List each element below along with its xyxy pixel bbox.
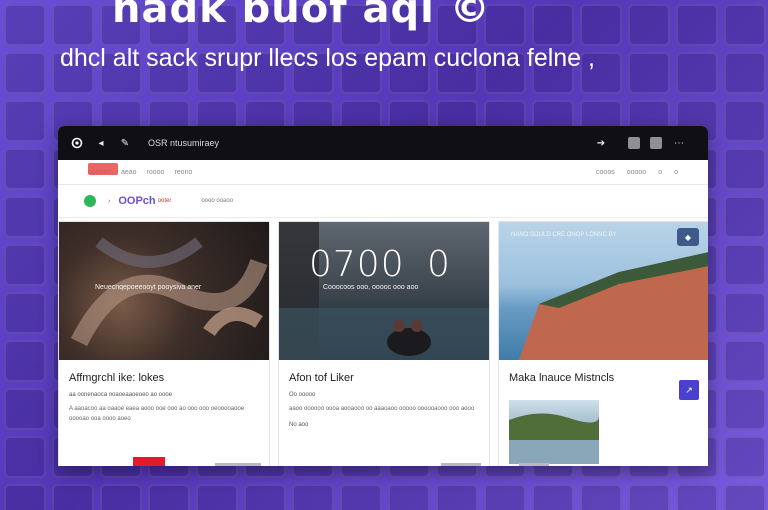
background-tile: [724, 388, 766, 430]
nav-link[interactable]: roooo: [147, 169, 165, 176]
card-image-caption: NANO SOULD CRE ONOP LONNC BY: [511, 232, 617, 238]
window-title: OSR ntusumiraey: [148, 138, 220, 148]
pointer-icon[interactable]: ➔: [594, 136, 608, 150]
nav-link[interactable]: aeao: [121, 169, 137, 176]
background-tile: [724, 436, 766, 478]
card-image-caption: Cooocoos ooo, ooooc ooo aoo: [323, 284, 419, 291]
background-tile: [676, 52, 718, 94]
background-tile: [4, 436, 46, 478]
background-tile: [484, 484, 526, 510]
background-tile: [724, 292, 766, 334]
nav-right-link[interactable]: o: [674, 169, 678, 176]
title-bar: ◂ ✎ OSR ntusumiraey ➔ ⋯: [58, 126, 708, 160]
background-tile: [4, 484, 46, 510]
background-tile: [532, 4, 574, 46]
background-tile: [724, 484, 766, 510]
card-image: NANO SOULD CRE ONOP LONNC BY ◆: [499, 222, 708, 360]
content-card[interactable]: Neuecnqepoeeooyt pooysiva aner Affmgrchl…: [58, 221, 270, 466]
card-image-caption: Neuecnqepoeeooyt pooysiva aner: [95, 284, 202, 291]
background-tile: [4, 4, 46, 46]
card-meta: aa oonenaoca ooaoeaaoeoeo ao oooe: [69, 392, 173, 398]
card-meta: Oo ooooo: [289, 392, 316, 398]
background-tile: [676, 484, 718, 510]
app-logo-icon[interactable]: [70, 136, 84, 150]
nav-right-link[interactable]: ooooo: [627, 169, 646, 176]
back-icon[interactable]: ◂: [94, 136, 108, 150]
content-card[interactable]: NANO SOULD CRE ONOP LONNC BY ◆ Maka lnau…: [498, 221, 708, 466]
background-tile: [52, 484, 94, 510]
background-tile: [724, 148, 766, 190]
background-tile: [628, 4, 670, 46]
overlay-number: 0: [427, 244, 451, 285]
nav-right-link[interactable]: o: [658, 169, 662, 176]
search-label[interactable]: oooo ooaoo: [201, 198, 233, 204]
more-icon[interactable]: ⋯: [672, 136, 686, 150]
background-tile: [244, 484, 286, 510]
background-tile: [4, 148, 46, 190]
background-tile: [100, 484, 142, 510]
background-tile: [580, 484, 622, 510]
background-tile: [724, 52, 766, 94]
card-grid: Neuecnqepoeeooyt pooysiva aner Affmgrchl…: [58, 218, 708, 466]
pen-icon[interactable]: ✎: [118, 136, 132, 150]
background-tile: [724, 340, 766, 382]
nav-link[interactable]: reono: [174, 169, 192, 176]
card-description: A aaoacoo aa oaaoe eaea aooo ooe ooo ao …: [69, 406, 245, 423]
card-tag: No aoo: [289, 422, 309, 429]
background-tile: [724, 196, 766, 238]
card-image: Neuecnqepoeeooyt pooysiva aner: [59, 222, 269, 360]
background-tile: [388, 484, 430, 510]
progress-bar: [441, 463, 481, 466]
brand-row: › OOPch ooter oooo ooaoo: [58, 163, 708, 218]
background-tile: [628, 484, 670, 510]
hero-subtitle: dhcl alt sack srupr llecs los epam cuclo…: [60, 44, 595, 72]
background-tile: [724, 100, 766, 142]
red-badge: [88, 163, 118, 175]
status-dot-icon: [84, 195, 96, 207]
progress-bar: [519, 463, 549, 466]
brand-name[interactable]: OOPch: [118, 195, 155, 207]
background-tile: [4, 244, 46, 286]
nav-bar: ooooco aeao roooo reono cooos ooooo o o: [58, 160, 708, 185]
background-tile: [52, 4, 94, 46]
background-tile: [196, 484, 238, 510]
background-tile: [4, 292, 46, 334]
background-tile: [628, 52, 670, 94]
red-action-button[interactable]: [133, 457, 165, 466]
background-tile: [4, 340, 46, 382]
overlay-number: 0700: [309, 244, 405, 285]
grid-icon[interactable]: ◆: [677, 228, 699, 246]
background-tile: [580, 4, 622, 46]
background-tile: [4, 196, 46, 238]
background-tile: [340, 484, 382, 510]
background-tile: [724, 244, 766, 286]
background-tile: [676, 4, 718, 46]
card-description: aaoo oooooo oooa aooaooo oo aaaoaoo oooo…: [289, 406, 475, 412]
background-tile: [4, 100, 46, 142]
background-tile: [148, 484, 190, 510]
card-image: 0700 0 Cooocoos ooo, ooooc ooo aoo: [279, 222, 489, 360]
brand-tag: ooter: [157, 198, 172, 204]
arrow-icon[interactable]: ↗: [679, 380, 699, 400]
background-tile: [4, 388, 46, 430]
background-tile: [724, 4, 766, 46]
background-tile: [4, 52, 46, 94]
hero-title: nadk buof aqi ©: [112, 0, 491, 32]
background-tile: [292, 484, 334, 510]
bag-icon[interactable]: [628, 137, 640, 149]
chevron-right-icon[interactable]: ›: [108, 198, 110, 205]
bookmark-icon[interactable]: [650, 137, 662, 149]
background-tile: [532, 484, 574, 510]
card-title[interactable]: Afon tof Liker: [289, 372, 489, 384]
nav-right-link[interactable]: cooos: [596, 169, 615, 176]
background-tile: [436, 484, 478, 510]
content-card[interactable]: 0700 0 Cooocoos ooo, ooooc ooo aoo Afon …: [278, 221, 490, 466]
thumbnail-image[interactable]: [509, 400, 599, 464]
progress-bar: [215, 463, 261, 466]
card-title[interactable]: Affmgrchl ike: lokes: [69, 372, 269, 384]
app-window: ◂ ✎ OSR ntusumiraey ➔ ⋯ ooooco aeao rooo…: [58, 126, 708, 466]
